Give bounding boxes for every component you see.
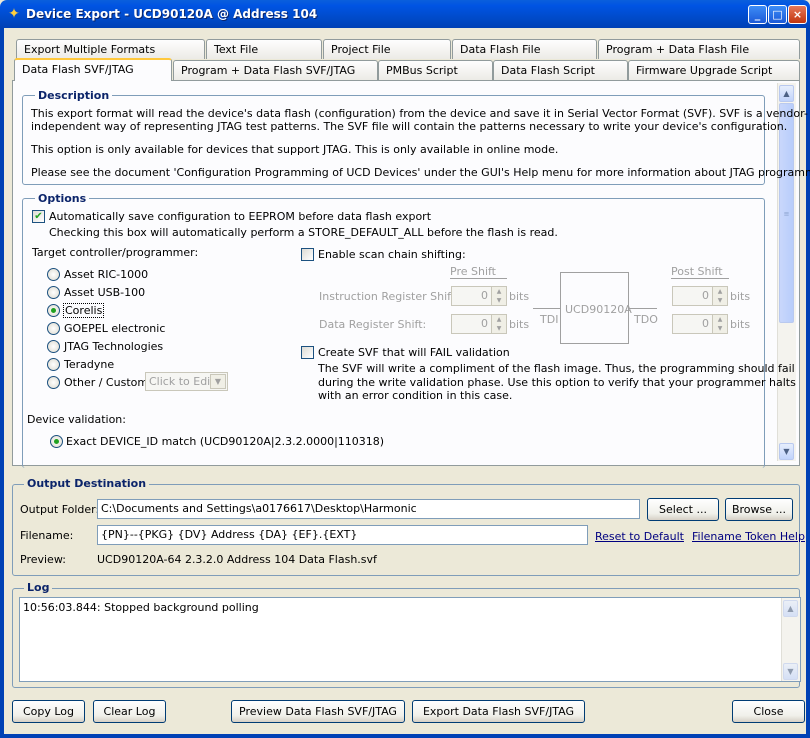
close-window-button[interactable]: × <box>788 5 807 24</box>
target-label: Target controller/programmer: <box>32 246 199 259</box>
title-bar[interactable]: ✦ Device Export - UCD90120A @ Address 10… <box>0 0 810 28</box>
custom-programmer-select[interactable]: Click to Edit ▼ <box>145 372 228 391</box>
tab-pmbus-script[interactable]: PMBus Script <box>378 60 493 80</box>
tab-project-file[interactable]: Project File <box>323 39 451 59</box>
radio-exact-device-id[interactable] <box>50 435 63 448</box>
scroll-thumb[interactable]: ≡ <box>779 103 794 323</box>
select-button[interactable]: Select ... <box>647 498 719 521</box>
bits-label: bits <box>509 318 530 331</box>
spinner-arrows-icon[interactable]: ▲ ▼ <box>712 315 727 333</box>
tab-data-flash-script[interactable]: Data Flash Script <box>493 60 628 80</box>
tdo-label: TDO <box>634 313 658 326</box>
radio-goepel[interactable] <box>47 322 60 335</box>
filename-label: Filename: <box>20 529 74 542</box>
device-label: UCD90120A <box>565 303 632 316</box>
radio-label[interactable]: JTAG Technologies <box>64 340 163 353</box>
log-legend: Log <box>24 581 53 594</box>
bits-label: bits <box>509 290 530 303</box>
bits-label: bits <box>730 290 751 303</box>
maximize-button[interactable]: □ <box>768 5 787 24</box>
log-line: 10:56:03.844: Stopped background polling <box>23 601 259 614</box>
window-title: Device Export - UCD90120A @ Address 104 <box>26 7 318 21</box>
spinner-arrows-icon[interactable]: ▲ ▼ <box>712 287 727 305</box>
radio-label[interactable]: Corelis <box>63 303 105 318</box>
device-validation-label: Device validation: <box>27 413 126 426</box>
description-legend: Description <box>35 89 113 102</box>
close-button[interactable]: Close <box>732 700 805 723</box>
radio-corelis[interactable] <box>47 304 60 317</box>
fail-validation-note: during the write validation phase. Use t… <box>318 376 796 389</box>
dr-pre-value: 0 <box>481 317 488 330</box>
scroll-up-icon[interactable]: ▲ <box>779 85 794 102</box>
output-folder-label: Output Folder: <box>20 503 100 516</box>
radio-asset-usb[interactable] <box>47 286 60 299</box>
tdi-label: TDI <box>540 313 559 326</box>
export-button[interactable]: Export Data Flash SVF/JTAG <box>412 700 585 723</box>
clear-log-button[interactable]: Clear Log <box>93 700 166 723</box>
output-legend: Output Destination <box>24 477 150 490</box>
tab-data-flash-file[interactable]: Data Flash File <box>452 39 597 59</box>
copy-log-button[interactable]: Copy Log <box>12 700 85 723</box>
radio-label[interactable]: Asset USB-100 <box>64 286 145 299</box>
tdi-line <box>533 308 560 309</box>
output-folder-input[interactable]: C:\Documents and Settings\a0176617\Deskt… <box>97 499 640 519</box>
tab-export-multiple-formats[interactable]: Export Multiple Formats <box>16 39 205 59</box>
preview-value: UCD90120A-64 2.3.2.0 Address 104 Data Fl… <box>97 553 377 566</box>
description-text: This option is only available for device… <box>31 143 559 156</box>
scan-chain-label[interactable]: Enable scan chain shifting: <box>318 248 466 261</box>
scan-chain-checkbox[interactable] <box>301 248 314 261</box>
bits-label: bits <box>730 318 751 331</box>
radio-label[interactable]: GOEPEL electronic <box>64 322 165 335</box>
ti-logo-icon: ✦ <box>8 6 20 22</box>
autosave-label[interactable]: Automatically save configuration to EEPR… <box>49 210 431 223</box>
radio-label[interactable]: Asset RIC-1000 <box>64 268 148 281</box>
post-shift-label: Post Shift <box>671 265 729 279</box>
radio-label[interactable]: Teradyne <box>64 358 114 371</box>
chevron-down-icon[interactable]: ▼ <box>210 374 226 389</box>
custom-select-value: Click to Edit <box>149 375 215 388</box>
description-text: This export format will read the device'… <box>31 107 808 120</box>
fail-validation-checkbox[interactable] <box>301 346 314 359</box>
tab-program-data-flash-svf[interactable]: Program + Data Flash SVF/JTAG <box>173 60 378 80</box>
ir-shift-label: Instruction Register Shift: <box>319 290 459 303</box>
radio-asset-ric[interactable] <box>47 268 60 281</box>
dr-post-value: 0 <box>702 317 709 330</box>
tab-text-file[interactable]: Text File <box>206 39 322 59</box>
scroll-down-icon[interactable]: ▼ <box>779 443 794 460</box>
fail-validation-note: The SVF will write a compliment of the f… <box>318 362 795 375</box>
description-text: Please see the document 'Configuration P… <box>31 166 810 179</box>
minimize-button[interactable]: _ <box>748 5 767 24</box>
ir-post-value: 0 <box>702 289 709 302</box>
description-text: independent way of representing JTAG tes… <box>31 120 788 133</box>
radio-label[interactable]: Other / Custom <box>64 376 148 389</box>
radio-teradyne[interactable] <box>47 358 60 371</box>
tdo-line <box>629 308 657 309</box>
filename-input[interactable]: {PN}--{PKG} {DV} Address {DA} {EF}.{EXT} <box>97 525 588 545</box>
browse-button[interactable]: Browse ... <box>725 498 793 521</box>
radio-jtag-technologies[interactable] <box>47 340 60 353</box>
preview-button[interactable]: Preview Data Flash SVF/JTAG <box>231 700 405 723</box>
radio-label[interactable]: Exact DEVICE_ID match (UCD90120A|2.3.2.0… <box>66 435 384 448</box>
options-legend: Options <box>35 192 90 205</box>
scroll-up-icon[interactable]: ▲ <box>783 600 798 617</box>
fail-validation-label[interactable]: Create SVF that will FAIL validation <box>318 346 510 359</box>
preview-label: Preview: <box>20 553 66 566</box>
tab-data-flash-svf-jtag[interactable]: Data Flash SVF/JTAG <box>14 58 172 81</box>
spinner-arrows-icon[interactable]: ▲ ▼ <box>491 287 506 305</box>
reset-to-default-link[interactable]: Reset to Default <box>595 530 684 543</box>
tab-firmware-upgrade-script[interactable]: Firmware Upgrade Script <box>628 60 800 80</box>
autosave-note: Checking this box will automatically per… <box>49 226 558 239</box>
tab-program-data-flash-file[interactable]: Program + Data Flash File <box>598 39 800 59</box>
scroll-down-icon[interactable]: ▼ <box>783 663 798 680</box>
filename-token-help-link[interactable]: Filename Token Help <box>692 530 805 543</box>
fail-validation-note: with an error condition in this case. <box>318 389 513 402</box>
dr-shift-label: Data Register Shift: <box>319 318 427 331</box>
radio-other-custom[interactable] <box>47 376 60 389</box>
spinner-arrows-icon[interactable]: ▲ ▼ <box>491 315 506 333</box>
ir-pre-value: 0 <box>481 289 488 302</box>
autosave-checkbox[interactable]: ✔ <box>32 210 45 223</box>
pre-shift-label: Pre Shift <box>450 265 507 279</box>
